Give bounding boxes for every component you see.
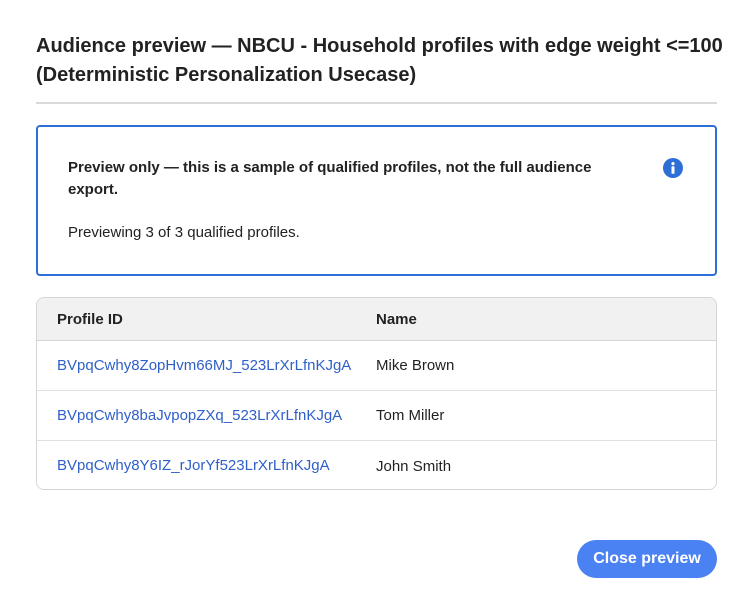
table-header: Profile ID Name	[37, 298, 716, 341]
info-icon	[663, 158, 683, 178]
notice-heading: Preview only — this is a sample of quali…	[68, 159, 592, 198]
profile-id-link[interactable]: BVpqCwhy8baJvpopZXq_523LrXrLfnKJgA	[57, 407, 342, 424]
close-preview-button[interactable]: Close preview	[577, 540, 717, 578]
table-row: BVpqCwhy8ZopHvm66MJ_523LrXrLfnKJgA Mike …	[37, 341, 716, 391]
profile-name: Tom Miller	[376, 407, 445, 424]
table-row: BVpqCwhy8Y6IZ_rJorYf523LrXrLfnKJgA John …	[37, 441, 716, 489]
table-row: BVpqCwhy8baJvpopZXq_523LrXrLfnKJgA Tom M…	[37, 391, 716, 441]
profile-id-link[interactable]: BVpqCwhy8ZopHvm66MJ_523LrXrLfnKJgA	[57, 357, 351, 374]
dialog-title: Audience preview — NBCU - Household prof…	[36, 35, 723, 86]
header-name: Name	[376, 310, 417, 328]
audience-preview-dialog: Audience preview — NBCU - Household prof…	[0, 0, 750, 606]
profile-name: Mike Brown	[376, 357, 455, 374]
profile-id-link[interactable]: BVpqCwhy8Y6IZ_rJorYf523LrXrLfnKJgA	[57, 457, 330, 474]
title-divider	[36, 102, 717, 104]
header-profile-id: Profile ID	[57, 310, 123, 328]
preview-notice: Preview only — this is a sample of quali…	[36, 125, 717, 276]
profiles-table: Profile ID Name BVpqCwhy8ZopHvm66MJ_523L…	[36, 297, 717, 490]
profile-name: John Smith	[376, 457, 452, 475]
notice-body: Previewing 3 of 3 qualified profiles.	[68, 224, 300, 241]
